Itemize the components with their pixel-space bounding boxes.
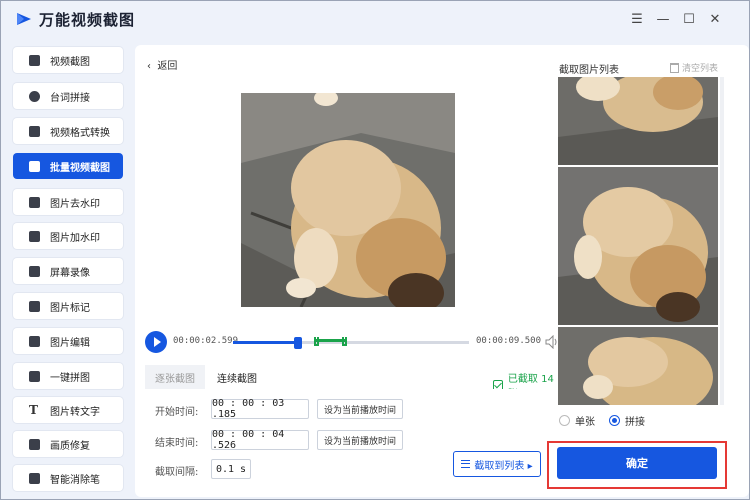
erase-watermark-icon [29,196,40,208]
total-time: 00:00:09.500 [476,336,542,346]
sidebar-item-label: 台词拼接 [50,92,90,104]
play-button[interactable] [145,331,167,353]
capture-mode-tabs: 逐张截图 连续截图 已截取 14张 [145,365,557,400]
start-time-input[interactable]: 00 : 00 : 03 .185 [211,398,309,420]
thumbnail-item[interactable] [558,167,718,325]
stitch-radio[interactable] [609,415,620,426]
app-title: 万能视频截图 [39,11,136,29]
sidebar-item-add-watermark[interactable]: 图片加水印 [13,223,123,249]
app-logo-icon [17,13,31,25]
trash-icon [670,62,679,73]
sidebar-item-label: 批量视频截图 [50,162,110,174]
edit-icon [29,335,40,347]
list-icon [461,460,471,468]
sidebar-item-image-mark[interactable]: 图片标记 [13,293,123,319]
volume-icon[interactable] [545,335,557,349]
thumbnail-item[interactable] [558,327,718,405]
film-icon [29,54,40,66]
player-controls: 00:00:02.599 00:00:09.500 [143,331,557,353]
end-time-input[interactable]: 00 : 00 : 04 .526 [211,429,309,451]
sidebar-item-screen-record[interactable]: 屏幕录像 [13,258,123,284]
plus-circle-icon [29,90,40,102]
capture-to-list-button[interactable]: 截取到列表 ▸ [453,451,541,477]
smart-eraser-icon [29,472,40,484]
sidebar-item-video-capture[interactable]: 视频截图 [13,47,123,73]
sidebar-item-label: 视频截图 [50,56,90,68]
sidebar-item-collage[interactable]: 一键拼图 [13,363,123,389]
sidebar-item-label: 图片标记 [50,302,90,314]
sidebar-item-label: 屏幕录像 [50,267,90,279]
sidebar-item-label: 图片加水印 [50,232,100,244]
single-radio[interactable] [559,415,570,426]
title-bar: 万能视频截图 ☰ — ☐ ✕ [1,1,749,37]
capture-thumbnail-list[interactable] [558,77,718,405]
repair-icon [29,438,40,450]
set-start-current-button[interactable]: 设为当前播放时间 [317,399,404,419]
capture-range-segment [315,339,346,342]
batch-capture-icon [29,160,40,172]
stitch-label: 拼接 [625,417,645,428]
main-panel: ‹ 返回 00:00:02.599 00:00:09.500 逐张截图 连续截图… [135,45,749,497]
capture-list-title: 截取图片列表 [559,65,619,76]
collage-icon [29,370,40,382]
convert-icon [29,125,40,137]
close-icon[interactable]: ✕ [705,9,725,29]
sidebar-item-label: 图片编辑 [50,337,90,349]
back-button[interactable]: ‹ 返回 [147,57,177,72]
mark-icon [29,300,40,312]
sidebar-item-label: 图片去水印 [50,198,100,210]
sidebar-item-label: 图片转文字 [50,406,100,418]
sidebar-item-image-edit[interactable]: 图片编辑 [13,328,123,354]
confirm-button[interactable]: 确定 [557,447,717,479]
video-preview [241,93,455,307]
timeline-playhead[interactable] [293,337,302,349]
tab-continuous-capture[interactable]: 连续截图 [207,365,267,389]
sidebar-item-batch-capture[interactable]: 批量视频截图 [13,153,123,179]
add-watermark-icon [29,230,40,242]
interval-input[interactable]: 0.1 s [211,459,251,479]
sidebar-item-label: 视频格式转换 [50,127,110,139]
sidebar-item-label: 一键拼图 [50,372,90,384]
sidebar-item-subtitle-stitch[interactable]: 台词拼接 [13,83,123,109]
app-window: 万能视频截图 ☰ — ☐ ✕ 视频截图 台词拼接 视频格式转换 批量视频截图 图… [0,0,750,500]
screen-record-icon [29,265,40,277]
range-end-handle[interactable] [342,337,348,346]
thumbnail-scrollbar[interactable] [720,77,724,405]
current-time: 00:00:02.599 [173,336,239,346]
range-start-handle[interactable] [313,337,319,346]
back-label: 返回 [157,61,178,72]
timeline-track[interactable] [233,337,469,349]
sidebar-item-label: 画质修复 [50,440,90,452]
clear-list-button[interactable]: 清空列表 [670,61,718,74]
maximize-icon[interactable]: ☐ [679,9,699,29]
interval-label: 截取间隔: [155,467,199,478]
end-time-label: 结束时间: [155,438,199,449]
single-label: 单张 [575,417,595,428]
set-end-current-button[interactable]: 设为当前播放时间 [317,430,404,450]
thumbnail-item[interactable] [558,77,718,165]
sidebar: 视频截图 台词拼接 视频格式转换 批量视频截图 图片去水印 图片加水印 屏幕录像… [1,37,133,499]
timeline-progress [233,341,298,344]
output-mode-options: 单张 拼接 [559,413,645,428]
text-icon: T [29,402,38,417]
sidebar-item-label: 智能消除笔 [50,474,100,486]
start-time-label: 开始时间: [155,407,199,418]
menu-icon[interactable]: ☰ [627,9,647,29]
chevron-left-icon: ‹ [147,61,158,72]
sidebar-item-quality-repair[interactable]: 画质修复 [13,431,123,457]
sidebar-item-remove-watermark[interactable]: 图片去水印 [13,189,123,215]
clear-list-label: 清空列表 [682,64,719,74]
sidebar-item-smart-eraser[interactable]: 智能消除笔 [13,465,123,491]
tab-single-capture[interactable]: 逐张截图 [145,365,205,389]
sidebar-item-image-to-text[interactable]: T 图片转文字 [13,397,123,423]
capture-to-list-label: 截取到列表 ▸ [474,460,533,472]
minimize-icon[interactable]: — [653,9,673,29]
sidebar-item-format-convert[interactable]: 视频格式转换 [13,118,123,144]
